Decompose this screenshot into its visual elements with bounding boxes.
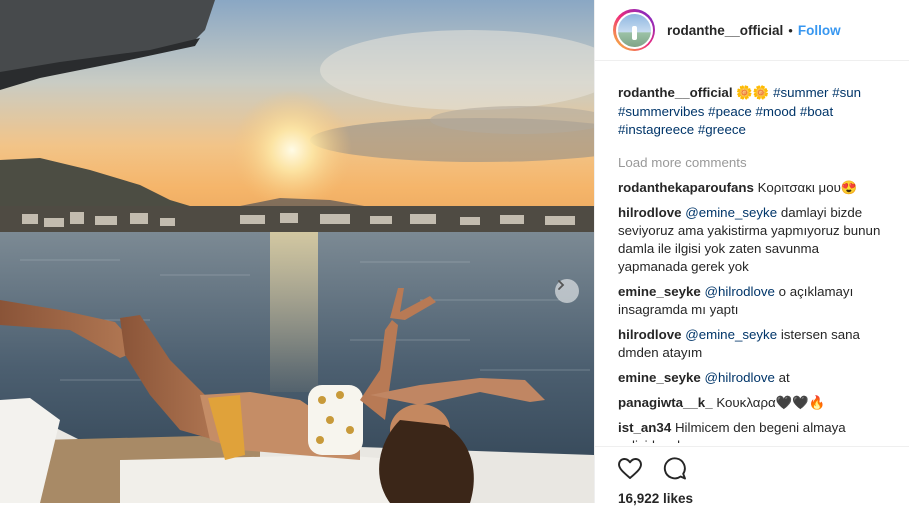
load-more-comments-button[interactable]: Load more comments [595, 140, 909, 179]
comment-item: hilrodlove @emine_seyke damlayi bizde se… [595, 204, 909, 276]
post-side-panel: rodanthe__official • Follow rodanthe__of… [594, 0, 909, 506]
comment-username[interactable]: hilrodlove [618, 205, 682, 220]
carousel-next-button[interactable] [555, 279, 579, 303]
follow-button[interactable]: Follow [798, 23, 841, 38]
comment-username[interactable]: hilrodlove [618, 327, 682, 342]
header-separator: • [788, 22, 793, 38]
hashtag-link[interactable]: #boat [800, 104, 833, 119]
hashtag-link[interactable]: #mood [756, 104, 797, 119]
hashtag-link[interactable]: #summervibes [618, 104, 704, 119]
comment-item: rodanthekaparoufans Κοριτσακι μου😍 [595, 179, 909, 197]
comment-text: Κουκλαρα🖤🖤🔥 [716, 394, 826, 410]
likes-count[interactable]: 16,922 likes [618, 491, 693, 506]
like-button[interactable] [617, 456, 643, 482]
comment-username[interactable]: ist_an34 [618, 420, 671, 435]
comment-username[interactable]: panagiwta__k_ [618, 395, 713, 410]
comment-text: Κοριτσακι μου😍 [757, 179, 858, 195]
caption-emoji: 🌼🌼 [736, 85, 770, 100]
comment-item: emine_seyke @hilrodlove o açıklamayı ins… [595, 283, 909, 319]
sunset-boat-photo [0, 0, 594, 503]
comment-username[interactable]: emine_seyke [618, 284, 701, 299]
comment-mention[interactable]: @hilrodlove [705, 370, 775, 385]
comment-item: ist_an34 Hilmicem den begeni almaya cali… [595, 419, 909, 444]
comment-text: at [778, 369, 790, 385]
post-actions-bar: 16,922 likes [595, 446, 909, 506]
post-header: rodanthe__official • Follow [595, 0, 909, 61]
comment-username[interactable]: rodanthekaparoufans [618, 180, 754, 195]
hashtag-link[interactable]: #greece [698, 122, 746, 137]
comment-mention[interactable]: @emine_seyke [685, 327, 777, 342]
comment-mention[interactable]: @emine_seyke [685, 205, 777, 220]
instagram-post: rodanthe__official • Follow rodanthe__of… [0, 0, 909, 506]
comment-item: emine_seyke @hilrodlove at [595, 369, 909, 387]
comment-button[interactable] [661, 456, 687, 482]
comment-item: panagiwta__k_ Κουκλαρα🖤🖤🔥 [595, 394, 909, 412]
comments-list[interactable]: rodanthe__official 🌼🌼 #summer #sun #summ… [595, 71, 909, 443]
hashtag-link[interactable]: #sun [832, 85, 861, 100]
comment-item: hilrodlove @emine_seyke istersen sana dm… [595, 326, 909, 362]
post-photo[interactable] [0, 0, 594, 503]
comment-username[interactable]: emine_seyke [618, 370, 701, 385]
post-caption: rodanthe__official 🌼🌼 #summer #sun #summ… [595, 71, 909, 140]
hashtag-link[interactable]: #summer [773, 85, 828, 100]
comment-mention[interactable]: @hilrodlove [705, 284, 775, 299]
avatar[interactable] [613, 9, 655, 51]
hashtag-link[interactable]: #instagreece [618, 122, 694, 137]
caption-username[interactable]: rodanthe__official [618, 85, 733, 100]
speech-bubble-icon [663, 457, 686, 480]
chevron-right-icon [558, 280, 565, 290]
avatar-image [615, 11, 653, 49]
header-username[interactable]: rodanthe__official [667, 23, 783, 38]
hashtag-link[interactable]: #peace [708, 104, 752, 119]
heart-icon [618, 458, 642, 479]
